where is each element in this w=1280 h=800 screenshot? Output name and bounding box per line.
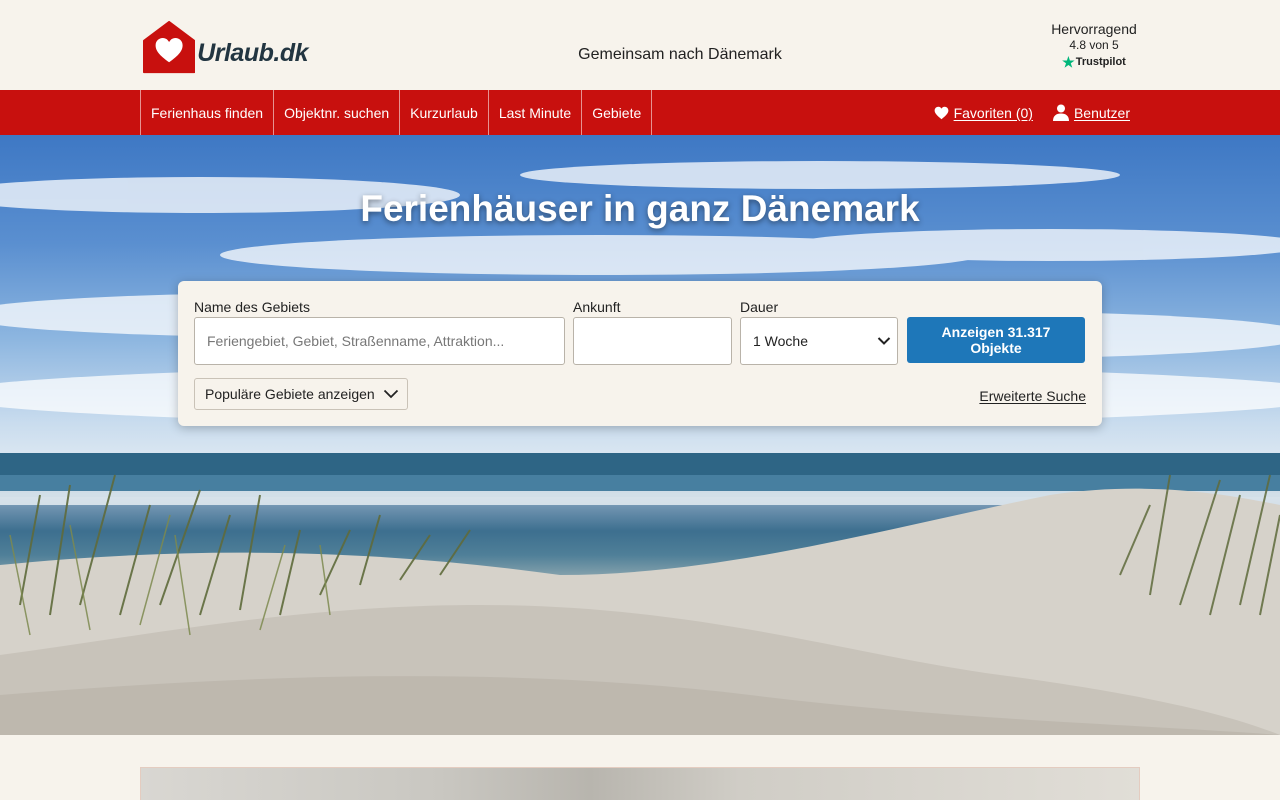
chevron-down-icon [383,389,399,399]
heart-icon [934,106,948,119]
main-navbar: Ferienhaus finden Objektnr. suchen Kurzu… [0,90,1280,135]
trustpilot-star-icon: ★ [1062,54,1075,70]
logo-house-icon [143,20,196,74]
user-label: Benutzer [1073,104,1130,121]
popular-areas-button[interactable]: Populäre Gebiete anzeigen [194,378,408,410]
search-panel: Name des Gebiets Ankunft Dauer 1 [178,281,1102,426]
trustpilot-brand: ★ Trustpilot [1034,55,1154,69]
area-search-input[interactable] [194,317,565,365]
nav-item-last-minute[interactable]: Last Minute [487,90,581,135]
trustpilot-score: 4.8 von 5 [1069,38,1119,52]
nav-user-area: Favoriten (0) Benutzer [934,90,1130,135]
nav-menu: Ferienhaus finden Objektnr. suchen Kurzu… [140,90,653,135]
featured-image-card[interactable] [140,767,1140,800]
advanced-search-link[interactable]: Erweiterte Suche [979,388,1086,404]
nav-item-kurzurlaub[interactable]: Kurzurlaub [399,90,488,135]
duration-value: 1 Woche [753,333,808,349]
user-icon [1052,104,1069,121]
popular-areas-label: Populäre Gebiete anzeigen [205,386,375,402]
duration-select[interactable]: 1 Woche [740,317,898,365]
logo-text: Urlaub.dk [197,39,308,67]
nav-item-ferienhaus-finden[interactable]: Ferienhaus finden [140,90,273,135]
search-submit-button[interactable]: Anzeigen 31.317 Objekte [907,317,1085,363]
duration-label: Dauer [740,299,779,315]
logo[interactable]: Urlaub.dk [143,16,308,76]
trustpilot-rating-title: Hervorragend [1051,21,1137,37]
favorites-link[interactable]: Favoriten (0) [934,105,1033,121]
trustpilot-brand-label: Trustpilot [1075,56,1126,68]
hero-section: Ferienhäuser in ganz Dänemark Name des G… [0,135,1280,735]
site-header: Urlaub.dk Gemeinsam nach Dänemark Hervor… [0,0,1280,90]
nav-item-gebiete[interactable]: Gebiete [581,90,653,135]
user-link[interactable]: Benutzer [1052,104,1130,121]
arrival-date-field [573,317,795,365]
trustpilot-widget[interactable]: Hervorragend 4.8 von 5 ★ Trustpilot [1034,20,1154,69]
area-label: Name des Gebiets [194,299,310,315]
hero-title: Ferienhäuser in ganz Dänemark [360,188,920,229]
chevron-down-icon [877,337,891,345]
arrival-label: Ankunft [573,299,621,315]
nav-item-objektnr-suchen[interactable]: Objektnr. suchen [273,90,399,135]
favorites-label: Favoriten (0) [953,104,1033,121]
tagline: Gemeinsam nach Dänemark [578,46,782,63]
